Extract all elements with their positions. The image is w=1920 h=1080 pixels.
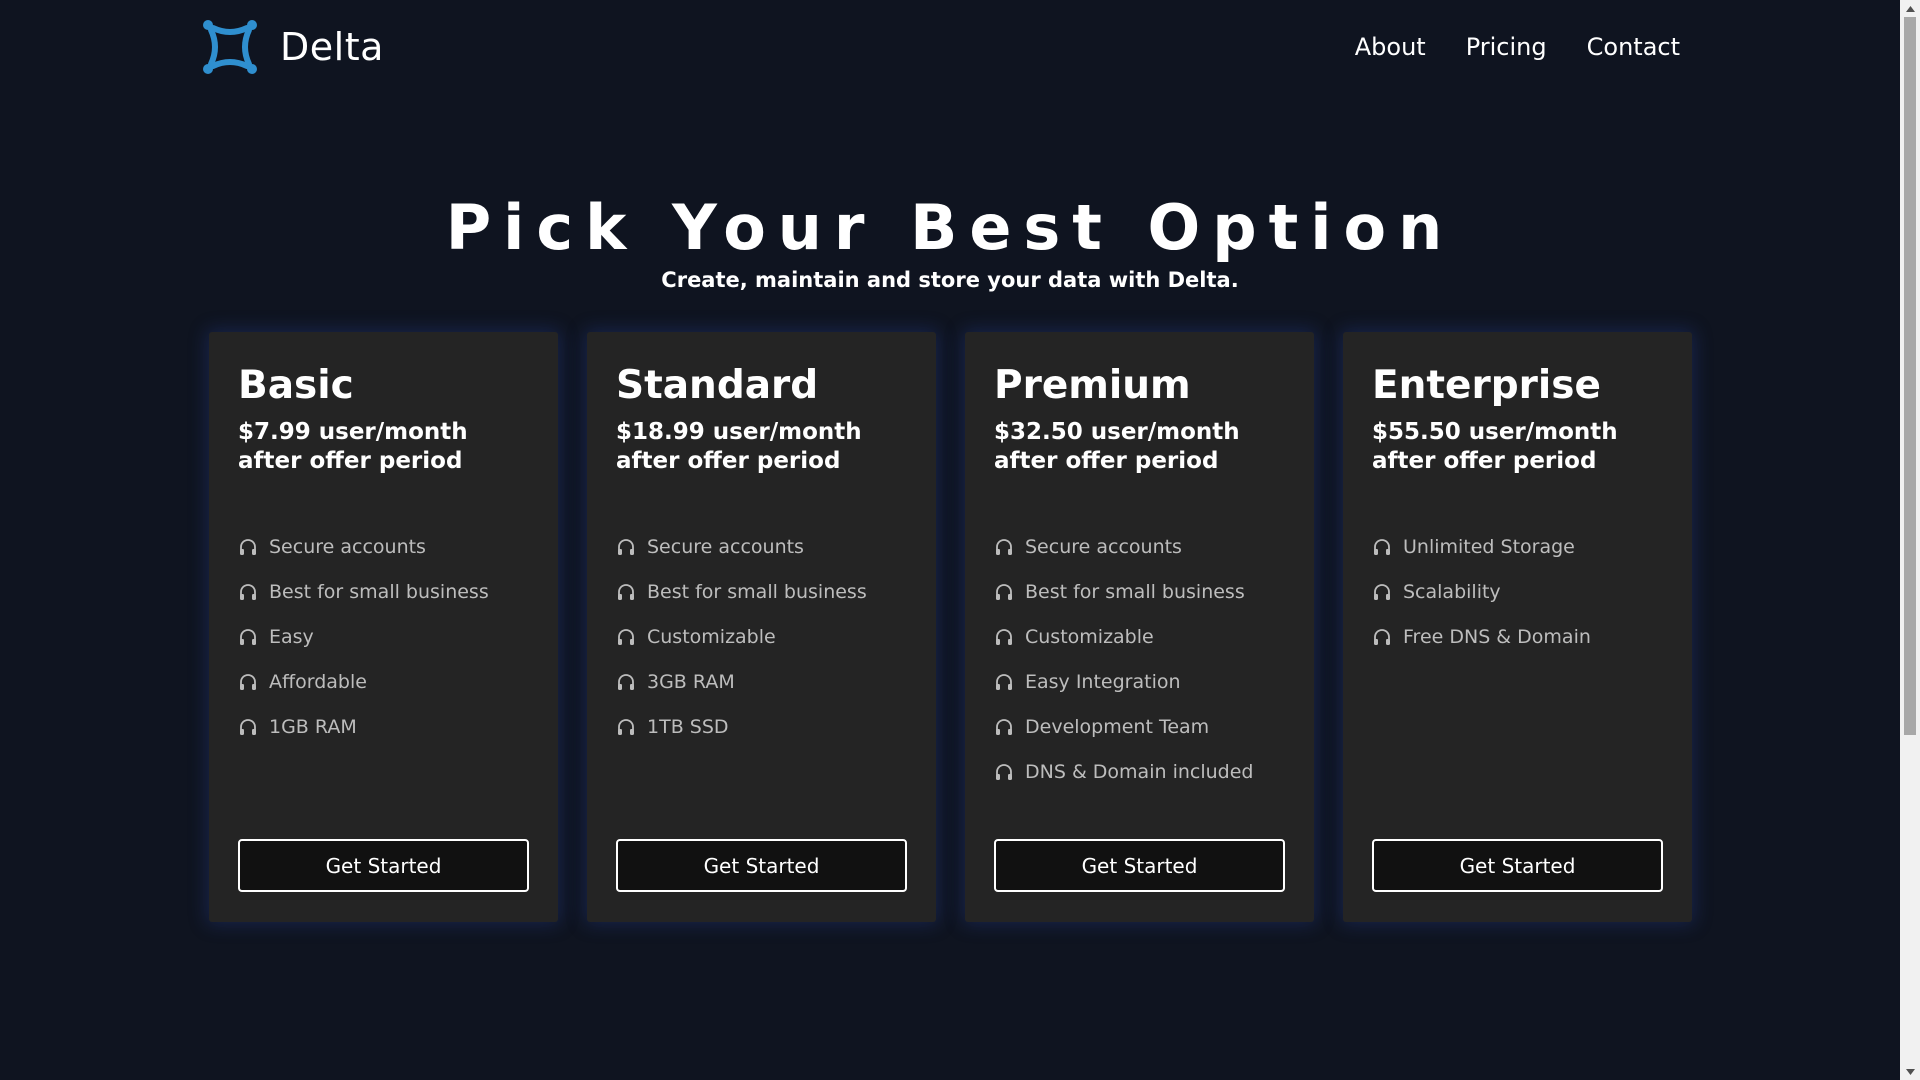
plan-card-enterprise: Enterprise $55.50 user/month after offer …: [1343, 332, 1692, 922]
feature-label: Secure accounts: [647, 535, 804, 558]
feature-item: Customizable: [994, 614, 1253, 659]
brand-name: Delta: [280, 25, 384, 69]
plan-price: $18.99 user/month after offer period: [616, 419, 862, 474]
headphones-icon: [238, 672, 269, 692]
feature-label: 1GB RAM: [269, 715, 357, 738]
feature-label: Best for small business: [1025, 580, 1245, 603]
headphones-icon: [994, 537, 1025, 557]
plan-name: Basic: [238, 363, 354, 408]
feature-label: Easy: [269, 625, 314, 648]
hero-section: Pick Your Best Option Create, maintain a…: [0, 190, 1900, 292]
headphones-icon: [616, 537, 647, 557]
feature-item: Secure accounts: [994, 524, 1253, 569]
scroll-up-arrow-icon[interactable]: [1900, 0, 1920, 17]
feature-label: 1TB SSD: [647, 715, 729, 738]
headphones-icon: [238, 537, 269, 557]
feature-item: DNS & Domain included: [994, 749, 1253, 794]
delta-logo-icon: [199, 16, 261, 78]
site-header: Delta About Pricing Contact: [199, 14, 1680, 80]
feature-list: Secure accounts Best for small business Cu…: [994, 524, 1253, 794]
feature-item: Easy Integration: [994, 659, 1253, 704]
feature-item: Easy: [238, 614, 489, 659]
feature-item: 3GB RAM: [616, 659, 867, 704]
feature-label: Unlimited Storage: [1403, 535, 1575, 558]
headphones-icon: [238, 582, 269, 602]
headphones-icon: [1372, 627, 1403, 647]
feature-item: Free DNS & Domain: [1372, 614, 1591, 659]
pricing-page: Delta About Pricing Contact Pick Your Be…: [0, 0, 1920, 1080]
feature-item: Unlimited Storage: [1372, 524, 1591, 569]
headphones-icon: [616, 717, 647, 737]
get-started-button[interactable]: Get Started: [238, 839, 529, 892]
feature-label: Customizable: [1025, 625, 1154, 648]
plan-card-basic: Basic $7.99 user/month after offer period…: [209, 332, 558, 922]
headphones-icon: [616, 582, 647, 602]
headphones-icon: [994, 762, 1025, 782]
headphones-icon: [994, 717, 1025, 737]
scroll-down-arrow-icon[interactable]: [1900, 1063, 1920, 1080]
get-started-button[interactable]: Get Started: [616, 839, 907, 892]
feature-item: Best for small business: [238, 569, 489, 614]
nav-link-pricing[interactable]: Pricing: [1466, 33, 1547, 61]
feature-label: Free DNS & Domain: [1403, 625, 1591, 648]
headphones-icon: [238, 627, 269, 647]
plan-card-premium: Premium $32.50 user/month after offer per…: [965, 332, 1314, 922]
feature-item: 1GB RAM: [238, 704, 489, 749]
page-title: Pick Your Best Option: [445, 191, 1455, 264]
scrollbar-thumb[interactable]: [1904, 17, 1916, 735]
feature-item: Best for small business: [616, 569, 867, 614]
feature-label: Secure accounts: [1025, 535, 1182, 558]
pricing-cards: Basic $7.99 user/month after offer period…: [209, 332, 1693, 922]
plan-price: $7.99 user/month after offer period: [238, 419, 468, 474]
feature-label: Best for small business: [269, 580, 489, 603]
plan-name: Enterprise: [1372, 363, 1601, 408]
headphones-icon: [994, 672, 1025, 692]
feature-label: Best for small business: [647, 580, 867, 603]
feature-item: Secure accounts: [238, 524, 489, 569]
feature-label: Development Team: [1025, 715, 1210, 738]
headphones-icon: [616, 627, 647, 647]
feature-label: Easy Integration: [1025, 670, 1181, 693]
brand-logo[interactable]: Delta: [199, 14, 384, 80]
feature-list: Secure accounts Best for small business Ea…: [238, 524, 489, 749]
feature-item: Development Team: [994, 704, 1253, 749]
feature-label: 3GB RAM: [647, 670, 735, 693]
feature-label: DNS & Domain included: [1025, 760, 1254, 783]
feature-label: Scalability: [1403, 580, 1501, 603]
headphones-icon: [994, 627, 1025, 647]
plan-price: $32.50 user/month after offer period: [994, 419, 1240, 474]
plan-name: Premium: [994, 363, 1191, 408]
get-started-button[interactable]: Get Started: [994, 839, 1285, 892]
plan-price: $55.50 user/month after offer period: [1372, 419, 1618, 474]
feature-item: Best for small business: [994, 569, 1253, 614]
headphones-icon: [994, 582, 1025, 602]
headphones-icon: [1372, 582, 1403, 602]
feature-item: Scalability: [1372, 569, 1591, 614]
page-subtitle: Create, maintain and store your data wit…: [661, 268, 1239, 292]
feature-list: Unlimited Storage Scalability Free DNS & D…: [1372, 524, 1591, 659]
feature-item: 1TB SSD: [616, 704, 867, 749]
feature-label: Affordable: [269, 670, 367, 693]
main-nav: About Pricing Contact: [1355, 14, 1680, 80]
feature-item: Customizable: [616, 614, 867, 659]
feature-list: Secure accounts Best for small business Cu…: [616, 524, 867, 749]
headphones-icon: [616, 672, 647, 692]
feature-label: Secure accounts: [269, 535, 426, 558]
headphones-icon: [1372, 537, 1403, 557]
feature-item: Secure accounts: [616, 524, 867, 569]
headphones-icon: [238, 717, 269, 737]
vertical-scrollbar[interactable]: [1900, 0, 1920, 1080]
feature-label: Customizable: [647, 625, 776, 648]
nav-link-contact[interactable]: Contact: [1587, 33, 1680, 61]
plan-name: Standard: [616, 363, 819, 408]
plan-card-standard: Standard $18.99 user/month after offer pe…: [587, 332, 936, 922]
get-started-button[interactable]: Get Started: [1372, 839, 1663, 892]
nav-link-about[interactable]: About: [1355, 33, 1426, 61]
feature-item: Affordable: [238, 659, 489, 704]
